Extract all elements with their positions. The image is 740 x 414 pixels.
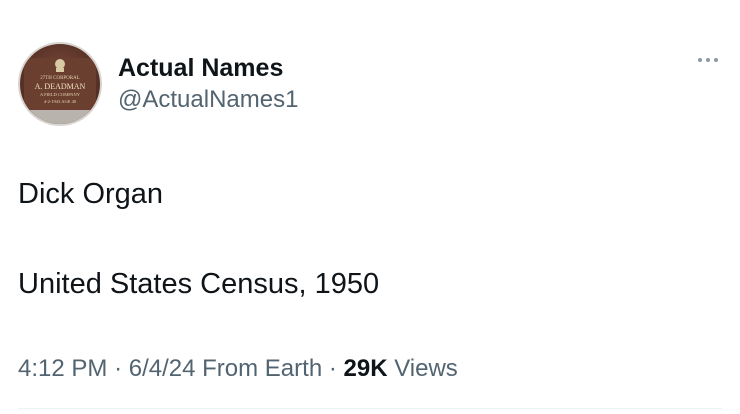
tweet-date[interactable]: 6/4/24 <box>129 355 196 382</box>
avatar[interactable]: 27TH CORPORAL A. DEADMAN A FIELD COMPANY… <box>18 42 102 126</box>
tweet-text-line: United States Census, 1950 <box>18 268 380 300</box>
plaque-line-1: 27TH CORPORAL <box>40 76 80 81</box>
tweet-source: From Earth <box>202 355 323 382</box>
separator: · <box>114 355 123 382</box>
separator: · <box>328 355 337 382</box>
tweet-text: Dick Organ United States Census, 1950 <box>18 176 379 302</box>
views-count[interactable]: 29K <box>344 355 388 382</box>
tweet-card: 27TH CORPORAL A. DEADMAN A FIELD COMPANY… <box>0 0 740 414</box>
views-label: Views <box>394 355 458 382</box>
plaque-image-icon: 27TH CORPORAL A. DEADMAN A FIELD COMPANY… <box>20 58 100 124</box>
plaque-line-3: A FIELD COMPANY <box>40 92 81 97</box>
dot <box>698 58 702 62</box>
divider <box>18 408 722 409</box>
more-dots-icon[interactable] <box>698 58 718 62</box>
tweet-text-line: Dick Organ <box>18 178 164 210</box>
handle[interactable]: @ActualNames1 <box>118 85 298 115</box>
plaque-line-4: 4-2-1943 AGE 40 <box>44 99 77 104</box>
display-name[interactable]: Actual Names <box>118 53 298 83</box>
dot <box>706 58 710 62</box>
tweet-meta: 4:12 PM · 6/4/24 From Earth · 29K Views <box>18 354 458 384</box>
tweet-time[interactable]: 4:12 PM <box>18 355 107 382</box>
author-names: Actual Names @ActualNames1 <box>118 53 298 115</box>
tweet-header: 27TH CORPORAL A. DEADMAN A FIELD COMPANY… <box>18 42 298 126</box>
plaque-line-2: A. DEADMAN <box>35 82 86 91</box>
dot <box>714 58 718 62</box>
